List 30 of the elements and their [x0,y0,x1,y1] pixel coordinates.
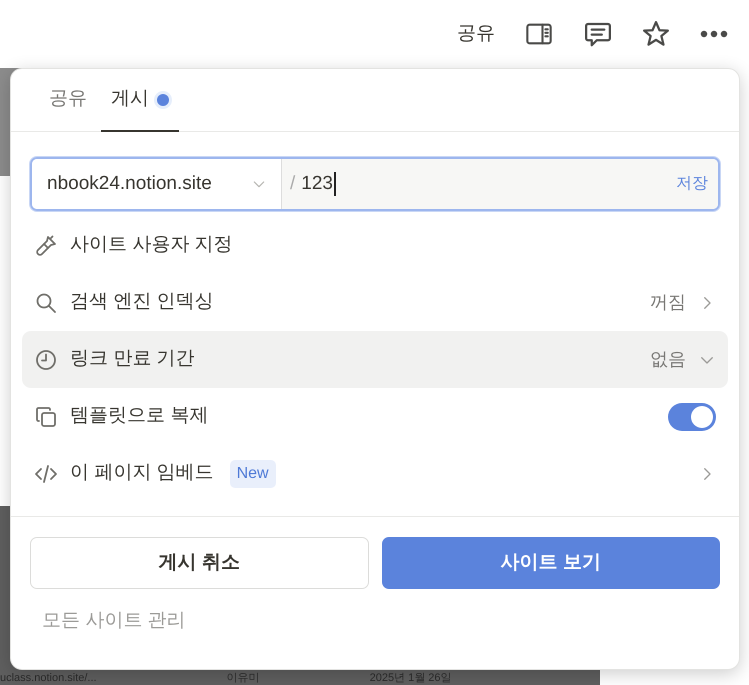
new-badge: New [230,460,276,488]
search-icon [34,290,58,314]
status-dot [157,94,169,106]
clock-icon [34,348,58,372]
tab[interactable]: 공유 [39,69,97,132]
tab[interactable]: 게시 [101,69,179,132]
url-field[interactable]: nbook24.notion.site / 123 저장 [30,157,720,211]
toggle-switch[interactable] [668,402,716,430]
option-label: 링크 만료 기간 [70,347,195,372]
view-site-button[interactable]: 사이트 보기 [382,537,720,589]
path-separator: / [290,172,296,196]
share-link[interactable]: 공유 [457,20,495,48]
option-label: 검색 엔진 인덱싱 [70,290,214,314]
menu-row[interactable]: 템플릿으로 복제 [22,388,728,445]
menu-row[interactable]: 이 페이지 임베드 New [22,445,728,502]
star-icon[interactable] [641,19,671,49]
path-value: 123 [301,172,336,196]
option-value: 꺼짐 [650,291,686,314]
option-label: 템플릿으로 복제 [70,404,208,428]
unpublish-button[interactable]: 게시 취소 [30,537,368,589]
menu-row[interactable]: 검색 엔진 인덱싱 꺼짐 [22,274,728,331]
option-value: 없음 [650,348,686,371]
domain-dropdown[interactable]: nbook24.notion.site [32,159,282,209]
domain-text: nbook24.notion.site [47,172,212,196]
brush-icon [34,234,58,258]
menu-row[interactable]: 사이트 사용자 지정 [22,217,728,274]
menu-row[interactable]: 링크 만료 기간 없음 [22,331,728,388]
option-label: 사이트 사용자 지정 [70,233,233,258]
duplicate-icon [34,404,58,428]
option-label: 이 페이지 임베드 [70,461,214,486]
